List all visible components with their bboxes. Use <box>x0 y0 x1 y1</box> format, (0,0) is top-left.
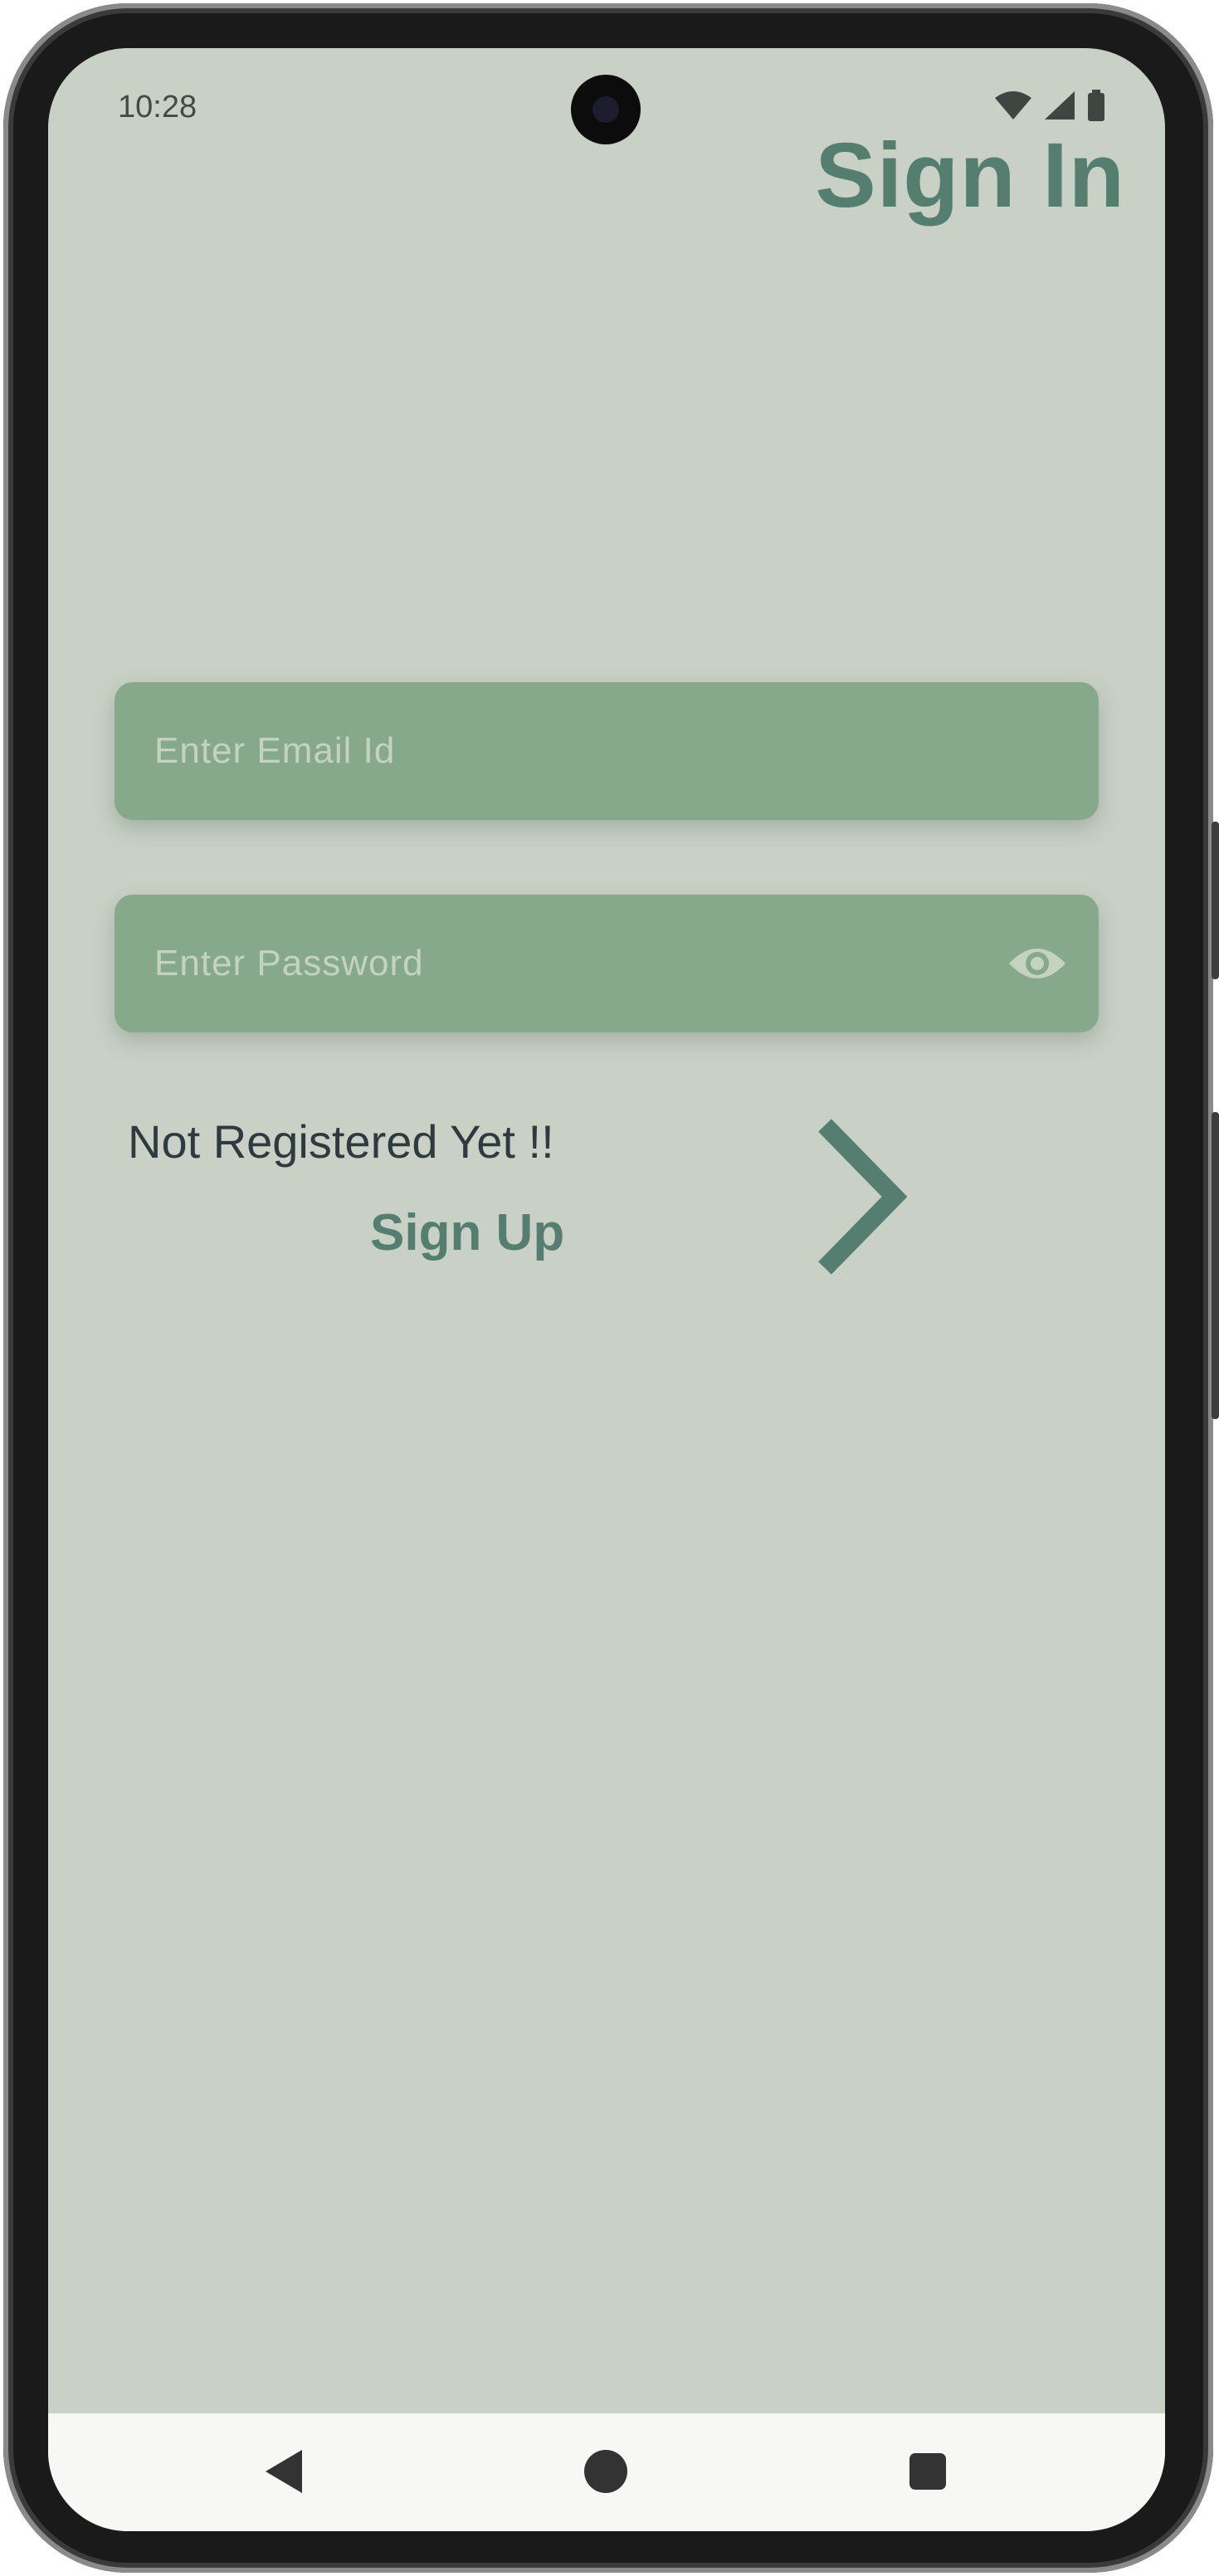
status-icons <box>994 90 1105 125</box>
status-time: 10:28 <box>118 90 197 124</box>
password-placeholder: Enter Password <box>154 943 424 983</box>
cell-signal-icon <box>1044 90 1075 124</box>
navigation-bar <box>48 2413 1165 2531</box>
page-title: Sign In <box>815 124 1125 227</box>
battery-icon <box>1087 90 1105 125</box>
front-camera <box>571 75 641 144</box>
back-icon[interactable] <box>262 2447 305 2500</box>
app-screen: 10:28 Sign In Enter Email Id Enter Passw… <box>48 48 1165 2531</box>
email-placeholder: Enter Email Id <box>154 730 396 771</box>
password-field[interactable]: Enter Password <box>115 895 1099 1032</box>
recents-icon[interactable] <box>906 2447 949 2500</box>
not-registered-text: Not Registered Yet !! <box>128 1115 554 1168</box>
volume-button <box>1212 1112 1219 1419</box>
eye-icon[interactable] <box>1007 940 1067 991</box>
chevron-right-icon[interactable] <box>815 1117 914 1279</box>
wifi-icon <box>994 90 1032 124</box>
home-icon[interactable] <box>583 2447 629 2500</box>
email-field[interactable]: Enter Email Id <box>115 682 1099 820</box>
power-button <box>1212 822 1219 979</box>
signup-link[interactable]: Sign Up <box>370 1203 564 1262</box>
